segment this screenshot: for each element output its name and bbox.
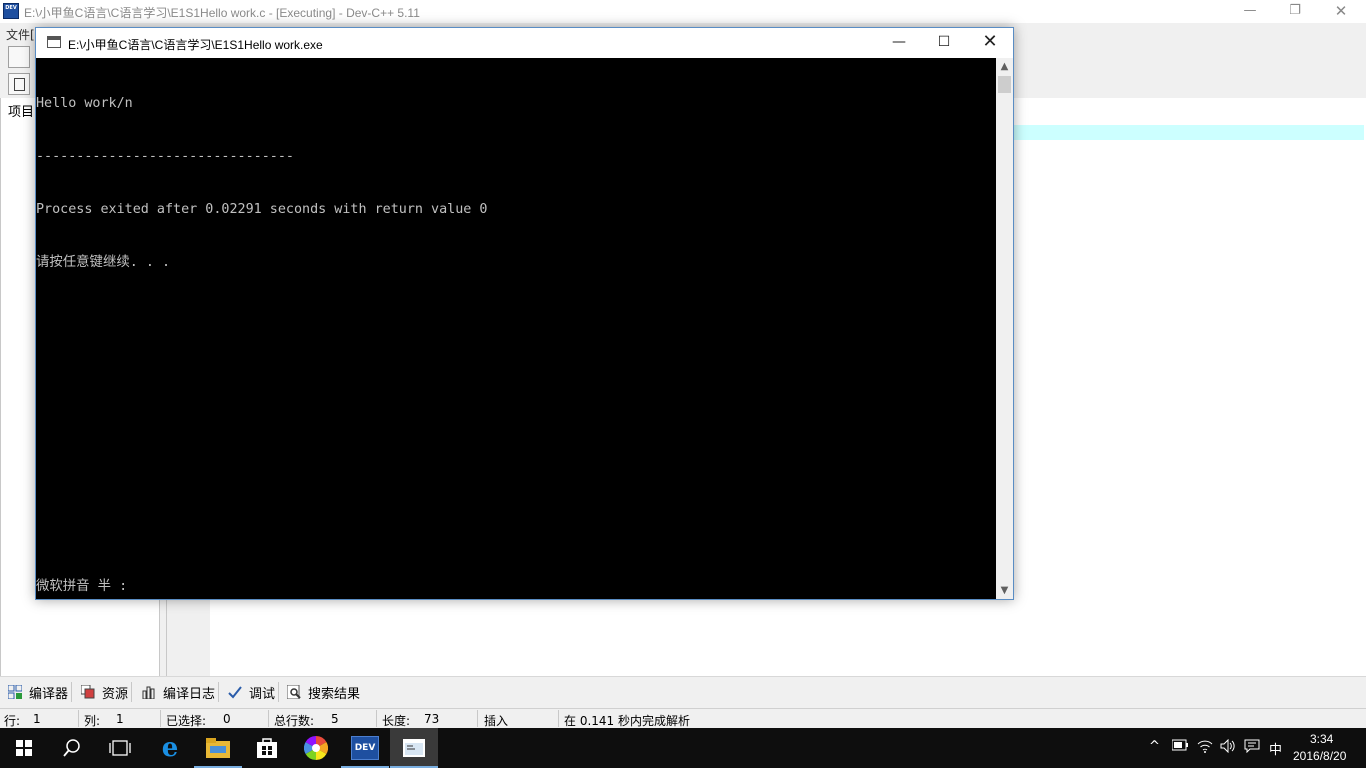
status-col-value: 1 bbox=[116, 712, 124, 726]
taskbar: e DEV ^ 中 3:34 2016/8/20 bbox=[0, 728, 1366, 768]
menu-file[interactable]: 文件[ bbox=[6, 26, 35, 43]
console-line: Hello work/n bbox=[36, 96, 133, 112]
folder-icon bbox=[206, 738, 230, 758]
clock-date[interactable]: 2016/8/20 bbox=[1293, 749, 1346, 763]
tab-resources-label: 资源 bbox=[102, 686, 129, 702]
tab-debug[interactable]: 调试 bbox=[228, 682, 280, 702]
status-divider bbox=[78, 710, 79, 727]
console-scrollbar[interactable]: ▲ ▼ bbox=[996, 58, 1013, 599]
ide-statusbar: 行: 1 列: 1 已选择: 0 总行数: 5 长度: 73 插入 在 0.14… bbox=[0, 708, 1366, 728]
windows-logo-icon bbox=[16, 740, 32, 756]
devcpp-icon: DEV bbox=[350, 736, 380, 760]
notifications-icon[interactable] bbox=[1244, 739, 1260, 757]
status-insert-mode: 插入 bbox=[484, 714, 509, 728]
scrollbar-thumb[interactable] bbox=[998, 76, 1011, 93]
editor-current-line-highlight bbox=[1014, 125, 1364, 140]
status-length-label: 长度: bbox=[382, 714, 411, 728]
task-view-icon bbox=[109, 740, 131, 756]
search-icon bbox=[63, 739, 80, 757]
battery-icon[interactable] bbox=[1171, 739, 1188, 755]
ide-restore-button[interactable]: ❐ bbox=[1272, 0, 1318, 23]
photos-taskbar-item[interactable] bbox=[292, 728, 340, 768]
status-lines-label: 总行数: bbox=[274, 714, 315, 728]
console-app-icon bbox=[47, 36, 61, 48]
console-line: 请按任意键继续. . . bbox=[36, 254, 171, 270]
resources-icon bbox=[80, 684, 95, 699]
bottom-panel-tabs: 编译器 资源 编译日志 调试 搜索结果 bbox=[0, 676, 1366, 708]
status-lines-value: 5 bbox=[331, 712, 339, 726]
scroll-up-arrow-icon[interactable]: ▲ bbox=[996, 58, 1013, 75]
start-button[interactable] bbox=[0, 728, 48, 768]
status-parse-message: 在 0.141 秒内完成解析 bbox=[564, 714, 690, 728]
volume-icon[interactable] bbox=[1220, 738, 1236, 757]
wifi-icon[interactable] bbox=[1197, 739, 1213, 757]
console-window-icon bbox=[403, 739, 425, 757]
tab-separator bbox=[131, 682, 133, 702]
project-options-button[interactable] bbox=[8, 73, 30, 95]
ime-status-line: 微软拼音 半 : bbox=[36, 579, 128, 594]
devcpp-app-icon: DEV bbox=[3, 3, 19, 19]
status-divider bbox=[558, 710, 559, 727]
tab-compile-log-label: 编译日志 bbox=[163, 686, 216, 702]
status-col-label: 列: bbox=[84, 714, 101, 728]
new-file-button[interactable] bbox=[8, 46, 30, 68]
bar-chart-icon bbox=[142, 685, 156, 700]
clock-time[interactable]: 3:34 bbox=[1310, 732, 1333, 746]
checkmark-icon bbox=[228, 685, 242, 699]
console-window[interactable]: E:\小甲鱼C语言\C语言学习\E1S1Hello work.exe — ☐ ✕… bbox=[35, 27, 1014, 600]
console-line: Process exited after 0.02291 seconds wit… bbox=[36, 201, 488, 217]
status-divider bbox=[160, 710, 161, 727]
edge-taskbar-item[interactable]: e bbox=[146, 728, 194, 768]
console-titlebar[interactable]: E:\小甲鱼C语言\C语言学习\E1S1Hello work.exe — ☐ ✕ bbox=[36, 28, 1013, 58]
scroll-down-arrow-icon[interactable]: ▼ bbox=[996, 582, 1013, 599]
tab-compile-log[interactable]: 编译日志 bbox=[142, 682, 220, 702]
ide-window-title: E:\小甲鱼C语言\C语言学习\E1S1Hello work.c - [Exec… bbox=[24, 6, 420, 20]
tab-separator bbox=[218, 682, 220, 702]
edge-icon: e bbox=[161, 733, 179, 763]
color-wheel-icon bbox=[304, 736, 328, 760]
tab-separator bbox=[71, 682, 73, 702]
status-divider bbox=[268, 710, 269, 727]
status-divider bbox=[376, 710, 377, 727]
input-language-indicator[interactable]: 中 bbox=[1269, 739, 1282, 758]
status-selected-label: 已选择: bbox=[166, 714, 207, 728]
store-bag-icon bbox=[257, 738, 277, 758]
console-minimize-button[interactable]: — bbox=[876, 28, 922, 58]
grid-icon bbox=[7, 684, 23, 700]
devcpp-taskbar-item[interactable]: DEV bbox=[341, 728, 389, 768]
tab-separator bbox=[278, 682, 280, 702]
status-length-value: 73 bbox=[424, 712, 440, 726]
ide-close-button[interactable]: ✕ bbox=[1318, 0, 1364, 23]
console-taskbar-item[interactable] bbox=[390, 728, 438, 768]
tab-resources[interactable]: 资源 bbox=[80, 682, 133, 702]
ide-titlebar[interactable]: DEV E:\小甲鱼C语言\C语言学习\E1S1Hello work.c - [… bbox=[0, 0, 1366, 23]
status-row-value: 1 bbox=[33, 712, 41, 726]
console-close-button[interactable]: ✕ bbox=[967, 28, 1013, 58]
status-divider bbox=[477, 710, 478, 727]
console-window-title: E:\小甲鱼C语言\C语言学习\E1S1Hello work.exe bbox=[68, 38, 323, 52]
tab-search-results-label: 搜索结果 bbox=[308, 686, 361, 702]
console-maximize-button[interactable]: ☐ bbox=[921, 28, 967, 58]
console-output-lines: Hello work/n ---------------------------… bbox=[36, 60, 487, 306]
search-button[interactable] bbox=[48, 728, 96, 768]
tab-project[interactable]: 项目 bbox=[8, 101, 34, 120]
status-selected-value: 0 bbox=[223, 712, 231, 726]
task-view-button[interactable] bbox=[96, 728, 144, 768]
tab-debug-label: 调试 bbox=[249, 686, 276, 702]
store-taskbar-item[interactable] bbox=[243, 728, 291, 768]
show-hidden-icons-chevron-icon[interactable]: ^ bbox=[1149, 739, 1160, 754]
console-output-area[interactable]: Hello work/n ---------------------------… bbox=[36, 58, 996, 599]
ide-minimize-button[interactable]: — bbox=[1227, 0, 1273, 23]
tab-compiler[interactable]: 编译器 bbox=[7, 682, 73, 702]
tab-compiler-label: 编译器 bbox=[29, 686, 69, 702]
status-row-label: 行: bbox=[4, 714, 21, 728]
magnifier-icon bbox=[286, 684, 301, 700]
tab-search-results[interactable]: 搜索结果 bbox=[286, 682, 361, 702]
file-explorer-taskbar-item[interactable] bbox=[194, 728, 242, 768]
console-line: -------------------------------- bbox=[36, 148, 294, 164]
